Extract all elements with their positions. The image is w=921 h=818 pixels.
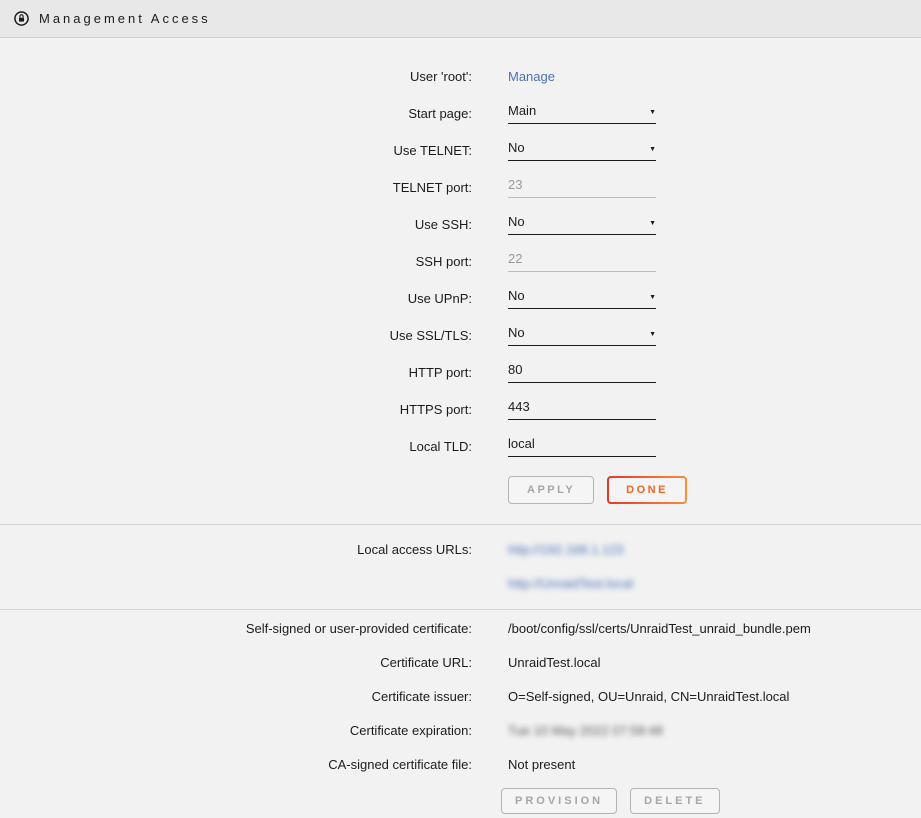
field-label: Use UPnP:: [0, 291, 472, 306]
field-label: Use SSL/TLS:: [0, 328, 472, 343]
field-label: Start page:: [0, 106, 472, 121]
certificate-expiration-value: Tue 10 May 2022 07:58:48: [508, 723, 663, 738]
delete-button[interactable]: DELETE: [630, 788, 719, 814]
form-row-ssh-port: SSH port:: [0, 243, 921, 280]
field-label: User 'root':: [0, 69, 472, 84]
telnet-port-input[interactable]: [508, 177, 656, 198]
chevron-down-icon: ▼: [649, 330, 656, 340]
cert-row-expiration: Certificate expiration: Tue 10 May 2022 …: [0, 713, 921, 747]
certificate-issuer-value: O=Self-signed, OU=Unraid, CN=UnraidTest.…: [508, 689, 789, 704]
field-label: Certificate expiration:: [0, 723, 472, 738]
management-settings-form: User 'root': Manage Start page: Main ▼ U…: [0, 38, 921, 504]
form-row-https-port: HTTPS port:: [0, 391, 921, 428]
select-value: No: [508, 140, 525, 155]
provision-button[interactable]: PROVISION: [501, 788, 617, 814]
use-upnp-select[interactable]: No ▼: [508, 288, 656, 309]
field-label: Self-signed or user-provided certificate…: [0, 621, 472, 636]
field-label: HTTPS port:: [0, 402, 472, 417]
form-buttons: APPLY DONE: [508, 476, 921, 504]
certificate-buttons: PROVISION DELETE: [501, 788, 921, 814]
chevron-down-icon: ▼: [649, 145, 656, 155]
done-button[interactable]: DONE: [607, 476, 687, 504]
cert-row-issuer: Certificate issuer: O=Self-signed, OU=Un…: [0, 679, 921, 713]
local-access-url-hostname[interactable]: http://UnraidTest.local: [508, 576, 633, 591]
url-row: http://UnraidTest.local: [0, 566, 921, 600]
cert-row-url: Certificate URL: UnraidTest.local: [0, 645, 921, 679]
chevron-down-icon: ▼: [649, 219, 656, 229]
field-label: SSH port:: [0, 254, 472, 269]
use-ssh-select[interactable]: No ▼: [508, 214, 656, 235]
form-row-use-upnp: Use UPnP: No ▼: [0, 280, 921, 317]
field-label: Certificate issuer:: [0, 689, 472, 704]
field-label: Certificate URL:: [0, 655, 472, 670]
form-row-use-telnet: Use TELNET: No ▼: [0, 132, 921, 169]
http-port-input[interactable]: [508, 362, 656, 383]
field-label: Local TLD:: [0, 439, 472, 454]
cert-row-bundle: Self-signed or user-provided certificate…: [0, 611, 921, 645]
form-row-use-ssh: Use SSH: No ▼: [0, 206, 921, 243]
ssh-port-input[interactable]: [508, 251, 656, 272]
local-access-urls-section: Local access URLs: http://192.168.1.123 …: [0, 525, 921, 609]
start-page-select[interactable]: Main ▼: [508, 103, 656, 124]
use-telnet-select[interactable]: No ▼: [508, 140, 656, 161]
field-label: HTTP port:: [0, 365, 472, 380]
select-value: Main: [508, 103, 536, 118]
select-value: No: [508, 325, 525, 340]
chevron-down-icon: ▼: [649, 108, 656, 118]
field-label: Use TELNET:: [0, 143, 472, 158]
local-tld-input[interactable]: [508, 436, 656, 457]
certificate-section: Self-signed or user-provided certificate…: [0, 610, 921, 814]
form-row-telnet-port: TELNET port:: [0, 169, 921, 206]
page-header: Management Access: [0, 0, 921, 38]
cert-row-ca-file: CA-signed certificate file: Not present: [0, 747, 921, 781]
select-value: No: [508, 214, 525, 229]
apply-button[interactable]: APPLY: [508, 476, 594, 504]
form-row-use-ssl: Use SSL/TLS: No ▼: [0, 317, 921, 354]
field-label: CA-signed certificate file:: [0, 757, 472, 772]
field-label: Local access URLs:: [0, 542, 472, 557]
form-row-http-port: HTTP port:: [0, 354, 921, 391]
field-label: Use SSH:: [0, 217, 472, 232]
field-label: TELNET port:: [0, 180, 472, 195]
settings-body: User 'root': Manage Start page: Main ▼ U…: [0, 38, 921, 814]
management-access-page: Management Access User 'root': Manage St…: [0, 0, 921, 818]
certificate-url-value: UnraidTest.local: [508, 655, 601, 670]
lock-icon: [14, 11, 29, 26]
url-row: Local access URLs: http://192.168.1.123: [0, 532, 921, 566]
manage-link[interactable]: Manage: [508, 69, 555, 84]
https-port-input[interactable]: [508, 399, 656, 420]
form-row-local-tld: Local TLD:: [0, 428, 921, 465]
form-row-user-root: User 'root': Manage: [0, 58, 921, 95]
select-value: No: [508, 288, 525, 303]
ca-certificate-status-value: Not present: [508, 757, 575, 772]
local-access-url-ip[interactable]: http://192.168.1.123: [508, 542, 624, 557]
certificate-path-value: /boot/config/ssl/certs/UnraidTest_unraid…: [508, 621, 811, 636]
chevron-down-icon: ▼: [649, 293, 656, 303]
use-ssl-tls-select[interactable]: No ▼: [508, 325, 656, 346]
page-title: Management Access: [39, 11, 211, 26]
form-row-start-page: Start page: Main ▼: [0, 95, 921, 132]
